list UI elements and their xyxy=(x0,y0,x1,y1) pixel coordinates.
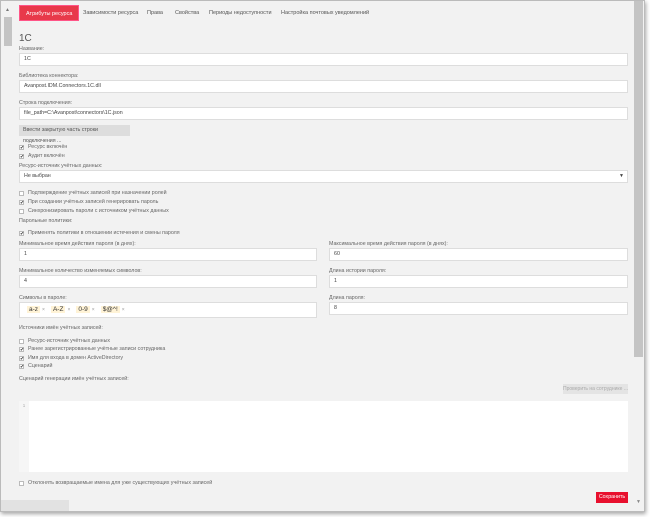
checkbox-label: Ресурс включён xyxy=(28,144,68,150)
checkbox-item[interactable]: Синхронизировать пароли с источником учё… xyxy=(19,208,169,214)
checkbox-item[interactable]: ✔ Аудит включён xyxy=(19,153,65,159)
checkbox-label: Имя для входа в домен ActiveDirectory xyxy=(28,355,123,361)
checkbox-icon xyxy=(19,190,24,196)
checkbox-item[interactable]: ✔ Ресурс включён xyxy=(19,144,67,150)
tab-1[interactable]: Зависимости ресурса xyxy=(77,5,144,21)
symbol-tag: $@^! xyxy=(100,306,120,313)
checkbox-icon: ✔ xyxy=(19,230,25,237)
min-changed-input[interactable]: 4 xyxy=(19,275,317,288)
library-input[interactable]: Avanpost.IDM.Connectors.1C.dll xyxy=(19,80,628,93)
checkbox-item[interactable]: Ресурс-источник учётных данных xyxy=(19,338,110,344)
conn-label: Строка подключения: xyxy=(19,100,73,106)
checkbox-item[interactable]: Подтверждение учётных записей при назнач… xyxy=(19,190,167,196)
tab-4[interactable]: Периоды недоступности xyxy=(203,5,278,21)
name-input[interactable]: 1С xyxy=(19,53,628,66)
checkbox-item[interactable]: ✔ Ранее зарегистрированные учётные записи… xyxy=(19,346,165,352)
max-days-label: Максимальное время действия пароля (в дн… xyxy=(329,241,448,247)
dropdown-arrow-icon: ▼ xyxy=(619,173,624,179)
min-changed-label: Минимальное количество изменяемых символ… xyxy=(19,268,142,274)
checkbox-icon xyxy=(19,480,24,486)
checkbox-icon xyxy=(19,208,24,214)
left-scrollbar[interactable]: ▲ xyxy=(3,5,13,50)
left-scroll-thumb[interactable] xyxy=(4,17,12,46)
apply-policies-checkbox[interactable]: ✔ Применять политики в отношении истечени… xyxy=(19,230,180,236)
checkbox-icon: ✔ xyxy=(19,144,25,151)
check-on-employee-button[interactable]: Проверить на сотруднике ... xyxy=(563,384,628,394)
length-label: Длина пароля: xyxy=(329,295,365,301)
checkbox-label: Подтверждение учётных записей при назнач… xyxy=(28,190,167,196)
right-scrollbar[interactable]: ▼ xyxy=(633,1,644,511)
history-input[interactable]: 1 xyxy=(329,275,628,288)
conn-input[interactable]: file_path=C:\Avanpost\connectors\1C.json xyxy=(19,107,628,120)
reject-names-checkbox[interactable]: Отклонять возвращаемые имена для уже сущ… xyxy=(19,480,212,486)
remove-tag-icon[interactable]: × xyxy=(42,307,45,313)
name-sources-label: Источники имён учётных записей: xyxy=(19,325,103,331)
checkbox-label: Отклонять возвращаемые имена для уже сущ… xyxy=(28,480,213,486)
tab-0[interactable]: Атрибуты ресурса xyxy=(19,5,80,21)
enter-private-conn-button[interactable]: Ввести закрытую часть строки подключения… xyxy=(19,125,130,144)
checkbox-item[interactable]: ✔ Сценарий xyxy=(19,363,52,369)
checkbox-label: Применять политики в отношении истечения… xyxy=(28,230,180,236)
checkbox-icon: ✔ xyxy=(19,355,25,362)
page-title: 1С xyxy=(19,33,32,44)
checkbox-icon: ✔ xyxy=(19,363,25,370)
source-label: Ресурс-источник учётных данных: xyxy=(19,163,103,169)
history-label: Длина истории пароля: xyxy=(329,268,387,274)
remove-tag-icon[interactable]: × xyxy=(122,307,125,313)
symbol-tag: 0-9 xyxy=(76,306,90,313)
checkbox-item[interactable]: ✔ Имя для входа в домен ActiveDirectory xyxy=(19,355,123,361)
max-days-input[interactable]: 60 xyxy=(329,248,628,261)
checkbox-label: Аудит включён xyxy=(28,153,65,159)
line-number: 1 xyxy=(19,401,29,472)
right-scroll-thumb[interactable] xyxy=(634,1,643,357)
name-label: Название: xyxy=(19,46,45,52)
checkbox-item[interactable]: ✔ При создании учётных записей генерирова… xyxy=(19,199,158,205)
source-select[interactable]: Не выбран ▼ xyxy=(19,170,628,183)
checkbox-label: При создании учётных записей генерироват… xyxy=(28,199,159,205)
tab-2[interactable]: Права xyxy=(141,5,169,21)
checkbox-label: Сценарий xyxy=(28,363,53,369)
source-value: Не выбран xyxy=(24,173,51,179)
symbol-tag: A-Z xyxy=(50,306,66,313)
checkbox-icon: ✔ xyxy=(19,199,25,206)
script-label: Сценарий генерации имён учётных записей: xyxy=(19,376,129,382)
checkbox-icon: ✔ xyxy=(19,153,25,160)
tab-5[interactable]: Настройка почтовых уведомлений xyxy=(275,5,375,21)
save-button[interactable]: Сохранить xyxy=(596,492,628,503)
script-editor[interactable]: 1 xyxy=(19,401,628,472)
policies-label: Парольные политики: xyxy=(19,218,73,224)
scroll-up-icon[interactable]: ▲ xyxy=(5,7,10,13)
checkbox-icon xyxy=(19,338,24,344)
checkbox-label: Ресурс-источник учётных данных xyxy=(28,338,111,344)
symbol-tag: a-z xyxy=(27,306,41,313)
horizontal-scroll-thumb[interactable] xyxy=(1,500,69,511)
checkbox-label: Синхронизировать пароли с источником учё… xyxy=(28,208,169,214)
checkbox-icon: ✔ xyxy=(19,346,25,353)
min-days-input[interactable]: 1 xyxy=(19,248,317,261)
scroll-down-icon[interactable]: ▼ xyxy=(636,499,641,505)
library-label: Библиотека коннектора: xyxy=(19,73,79,79)
tab-3[interactable]: Свойства xyxy=(169,5,205,21)
min-days-label: Минимальное время действия пароля (в дня… xyxy=(19,241,136,247)
resource-window: ▲ Атрибуты ресурса Зависимости ресурса Пра… xyxy=(0,0,645,512)
remove-tag-icon[interactable]: × xyxy=(92,307,95,313)
length-input[interactable]: 8 xyxy=(329,302,628,315)
checkbox-label: Ранее зарегистрированные учётные записи … xyxy=(28,346,166,352)
symbols-input[interactable]: a-z × A-Z × 0-9 × $@^! × xyxy=(19,302,317,318)
symbols-label: Символы в пароле: xyxy=(19,295,67,301)
remove-tag-icon[interactable]: × xyxy=(67,307,70,313)
